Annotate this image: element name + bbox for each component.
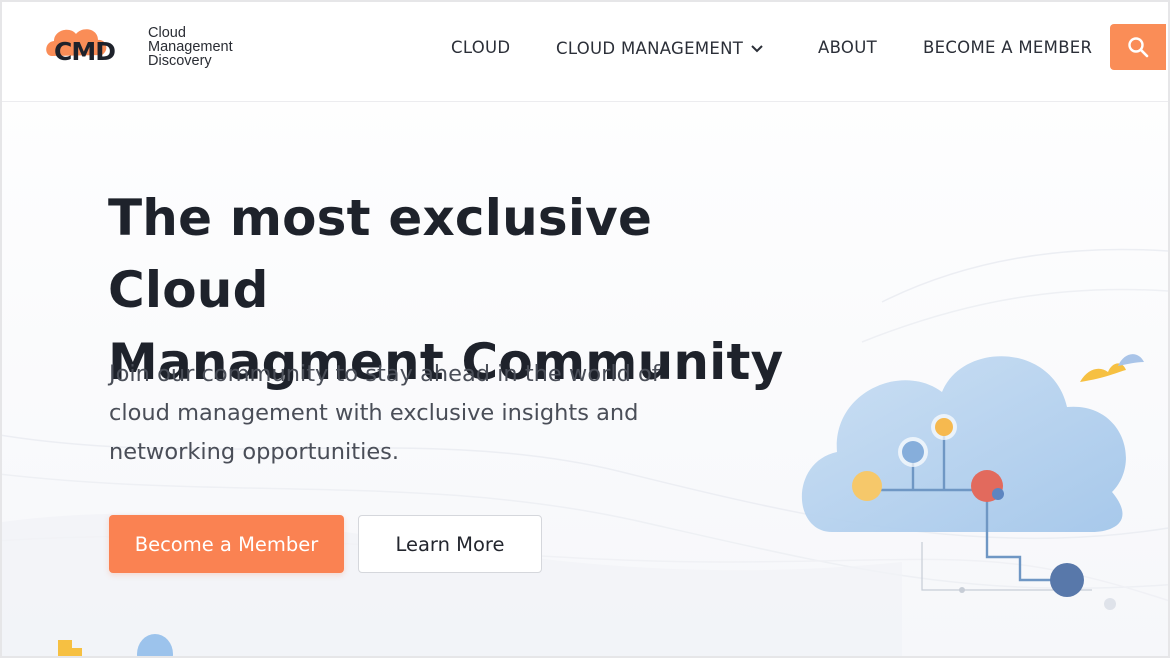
logo-wordmark: Cloud Management Discovery [148, 25, 233, 69]
site-logo[interactable]: CMD Cloud Management Discovery [44, 22, 264, 72]
page-frame: CMD Cloud Management Discovery CLOUD CLO… [0, 0, 1170, 658]
hero-subtitle-line-2: cloud management with exclusive insights… [109, 400, 639, 426]
hero-subtitle-line-3: networking opportunities. [109, 439, 400, 465]
hero-subtitle: Join our community to stay ahead in the … [109, 355, 709, 472]
decorative-bird-icon [1080, 354, 1144, 382]
hero-subtitle-line-1: Join our community to stay ahead in the … [109, 361, 660, 387]
nav-item-about[interactable]: ABOUT [818, 38, 877, 57]
hero-title-line-1: The most exclusive Cloud [108, 189, 653, 319]
search-icon [1128, 37, 1149, 58]
main-nav: CLOUD CLOUD MANAGEMENT ABOUT BECOME A ME… [432, 2, 1168, 95]
chevron-down-icon [751, 38, 763, 57]
logo-line-2: Management [148, 39, 233, 55]
nav-item-label: CLOUD MANAGEMENT [556, 39, 744, 58]
logo-line-3: Discovery [148, 53, 212, 69]
decorative-shapes-icon [58, 634, 173, 656]
nav-item-label: BECOME A MEMBER [923, 38, 1093, 57]
search-button[interactable] [1110, 24, 1166, 70]
cloud-logo-icon: CMD [46, 29, 116, 66]
logo-line-1: Cloud [148, 25, 186, 41]
nav-item-become-member[interactable]: BECOME A MEMBER [923, 38, 1092, 57]
nav-item-cloud[interactable]: CLOUD [451, 38, 510, 57]
learn-more-button[interactable]: Learn More [358, 515, 542, 573]
nav-item-label: ABOUT [818, 38, 877, 57]
site-header: CMD Cloud Management Discovery CLOUD CLO… [2, 2, 1168, 102]
become-member-button[interactable]: Become a Member [109, 515, 344, 573]
logo-mark-text: CMD [54, 37, 115, 66]
nav-item-label: CLOUD [451, 38, 511, 57]
nav-item-cloud-management[interactable]: CLOUD MANAGEMENT [556, 38, 763, 58]
